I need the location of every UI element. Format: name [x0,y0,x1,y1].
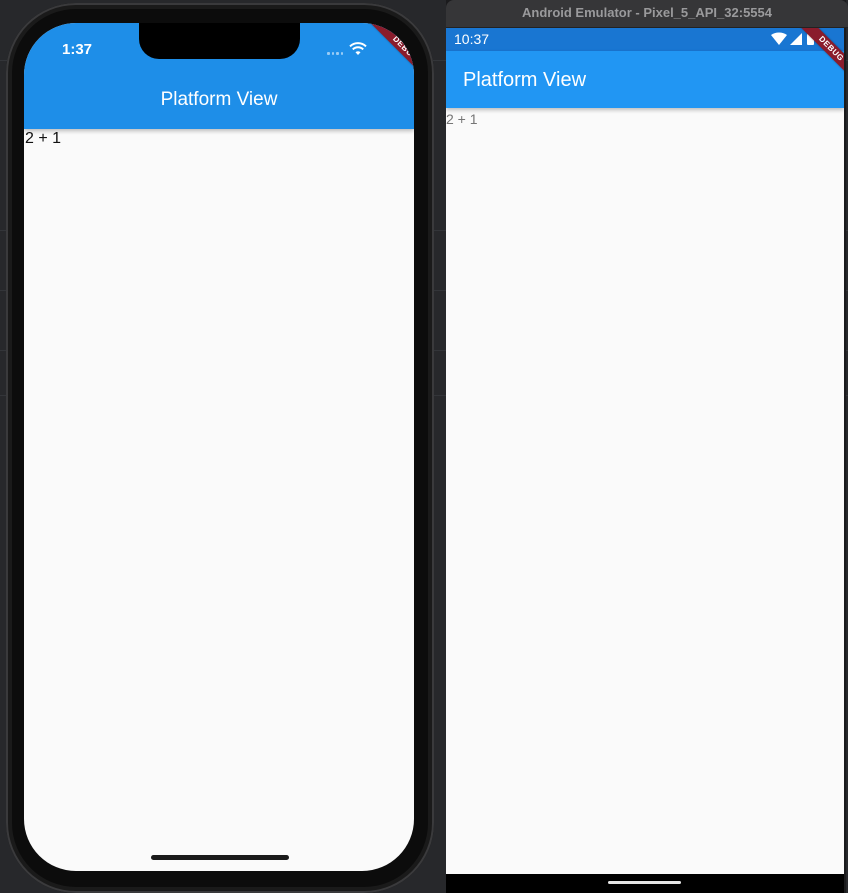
ios-status-time: 1:37 [62,41,93,58]
cellular-signal-icon [790,33,802,45]
ios-body-text: 2 + 1 [25,130,62,147]
gesture-handle[interactable] [608,881,681,884]
ios-app-bar-title: Platform View [160,89,278,110]
android-app-bar-title: Platform View [463,69,587,91]
android-navigation-bar [446,874,844,893]
android-emulator: Android Emulator - Pixel_5_API_32:5554 1… [446,0,848,893]
ios-app-bar: 1:37 Platform View [24,23,414,129]
home-indicator[interactable] [151,855,289,860]
ios-screen: 1:37 Platform View DEBUG 2 + 1 [24,23,414,871]
iphone-simulator: 1:37 Platform View DEBUG 2 + 1 [6,3,434,893]
android-body-text: 2 + 1 [446,111,478,127]
emulator-window-title: Android Emulator - Pixel_5_API_32:5554 [446,0,848,28]
wifi-icon [771,32,787,45]
android-screen: 10:37 Platform View DEBUG 2 + 1 [446,28,844,874]
iphone-notch [139,23,300,59]
wifi-icon [349,42,367,55]
android-app-bar: Platform View [446,51,844,108]
android-status-bar: 10:37 [446,28,844,51]
android-status-time: 10:37 [454,31,490,47]
cellular-signal-icon [327,52,343,56]
